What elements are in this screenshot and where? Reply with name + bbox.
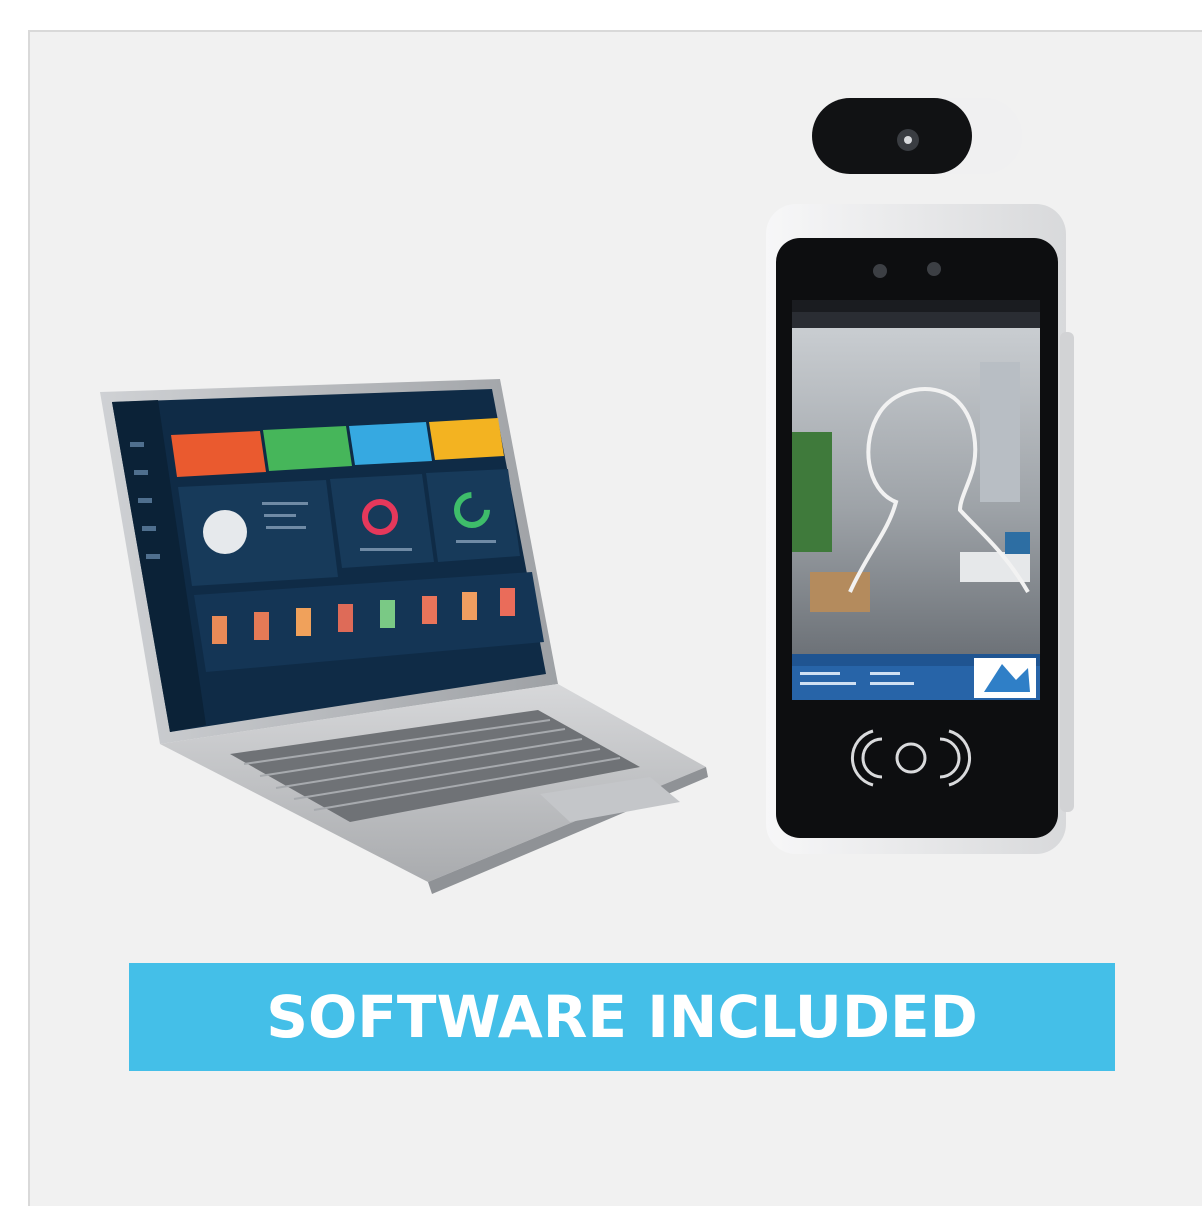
dashboard-tile-orange <box>171 431 266 477</box>
dashboard-tile-blue <box>349 422 432 465</box>
laptop <box>100 379 708 894</box>
ir-sensor-icon <box>873 264 887 278</box>
ir-sensor-icon <box>927 262 941 276</box>
dashboard-tile-yellow <box>429 418 504 460</box>
dashboard-panel-ring-red <box>330 474 434 568</box>
dashboard-panel-users <box>178 480 338 586</box>
thermal-camera-front <box>812 98 972 174</box>
banner-label: SOFTWARE INCLUDED <box>266 983 978 1051</box>
product-illustration <box>100 98 1074 894</box>
display-status-bar <box>792 312 1040 328</box>
product-card: SOFTWARE INCLUDED <box>28 30 1202 1206</box>
plant <box>792 432 832 552</box>
face-recognition-terminal <box>766 98 1074 854</box>
desk <box>810 572 870 612</box>
dashboard-tile-green <box>263 426 352 471</box>
software-included-banner: SOFTWARE INCLUDED <box>129 963 1115 1071</box>
dashboard-panel-ring-green <box>426 469 520 562</box>
dashboard-pie-chart <box>203 510 247 554</box>
